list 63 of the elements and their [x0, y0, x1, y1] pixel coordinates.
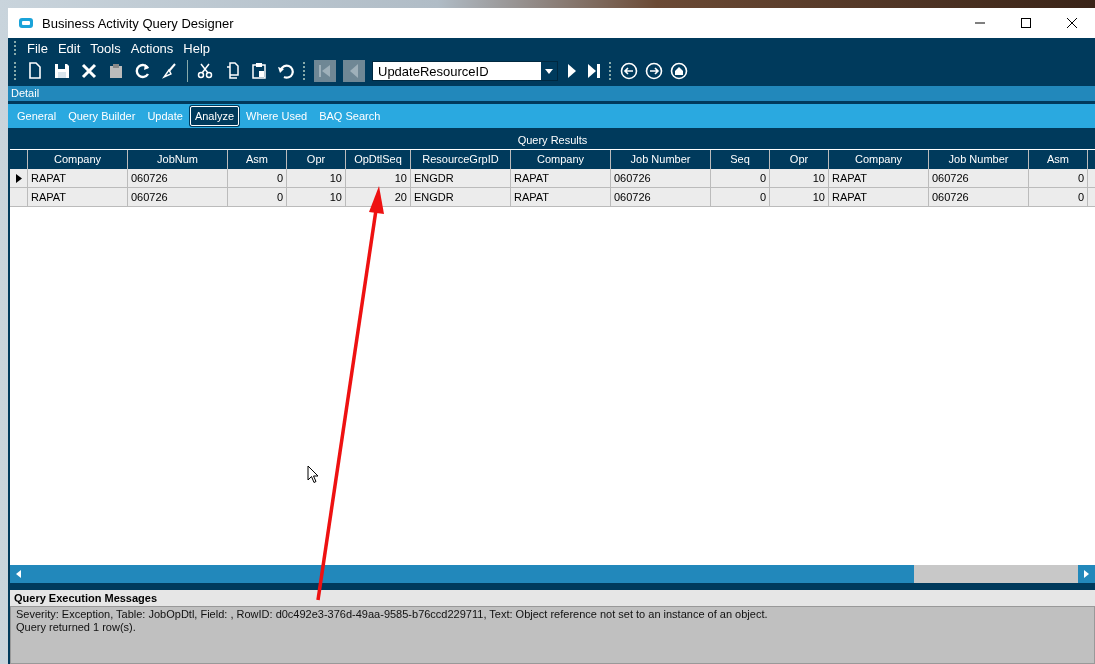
table-cell: 10 [287, 188, 346, 207]
column-header[interactable]: ResourceGrpID [411, 150, 511, 169]
save-icon[interactable] [52, 61, 72, 81]
grid-caption: Query Results [10, 131, 1095, 150]
table-cell: RAPAT [28, 188, 128, 207]
scroll-left-icon[interactable] [16, 570, 21, 578]
caret-icon [545, 68, 553, 74]
table-cell: RAPAT [511, 169, 611, 188]
table-cell: 0 [228, 169, 287, 188]
column-header[interactable]: Asm [1029, 150, 1088, 169]
column-header[interactable]: Opr [287, 150, 346, 169]
table-cell: ENGDR [411, 169, 511, 188]
column-header[interactable]: Company [511, 150, 611, 169]
menu-item[interactable]: File [22, 40, 53, 56]
column-header[interactable]: Seq [711, 150, 770, 169]
table-cell: 060726 [128, 188, 228, 207]
message-line: Severity: Exception, Table: JobOpDtl, Field: , RowID: d0c492e3-376d-49aa-9585-b76ccd229711, Text: Object reference not set to an instance of an object. [16, 608, 769, 621]
scroll-right-icon[interactable] [1084, 570, 1089, 578]
table-cell: 10 [770, 169, 829, 188]
column-header[interactable]: OpDtlSeq [346, 150, 411, 169]
current-row-icon [15, 173, 22, 183]
message-line: Query returned 1 row(s). [16, 621, 137, 634]
column-header[interactable]: Asm [228, 150, 287, 169]
table-cell: 0 [1029, 188, 1088, 207]
column-header[interactable]: Company [28, 150, 128, 169]
detail-header: Detail [8, 86, 1095, 101]
menu-item[interactable]: Edit [52, 40, 86, 56]
table-cell: 060726 [929, 188, 1029, 207]
column-header[interactable]: Job Number [611, 150, 711, 169]
menu-item[interactable]: Help [178, 40, 216, 56]
table-cell: 10 [770, 188, 829, 207]
tab[interactable]: Analyze [189, 106, 240, 126]
home-icon[interactable] [670, 62, 688, 80]
table-cell: 0 [711, 169, 770, 188]
table-cell: 060726 [611, 169, 711, 188]
delete-icon[interactable] [79, 61, 99, 81]
table-cell: 10 [346, 169, 411, 188]
column-header[interactable]: Job Number [929, 150, 1029, 169]
scissors-icon[interactable] [195, 61, 215, 81]
table-cell: 060726 [128, 169, 228, 188]
window-title: Business Activity Query Designer [42, 15, 235, 31]
menu-item[interactable]: Tools [85, 40, 126, 56]
paste-icon[interactable] [249, 61, 269, 81]
table-cell: RAPAT [829, 169, 929, 188]
column-header[interactable]: JobNum [128, 150, 228, 169]
table-cell: 10 [287, 169, 346, 188]
table-cell: 060726 [611, 188, 711, 207]
last-record-icon[interactable] [586, 61, 602, 81]
row-selector[interactable] [10, 169, 28, 188]
table-cell: 0 [1029, 169, 1088, 188]
table-cell: RAPAT [511, 188, 611, 207]
table-cell: 0 [711, 188, 770, 207]
column-header[interactable]: Opr [770, 150, 829, 169]
table-cell: ENGDR [411, 188, 511, 207]
app-icon [18, 17, 34, 29]
table-cell: RAPAT [28, 169, 128, 188]
column-header[interactable]: Company [829, 150, 929, 169]
messages-title: Query Execution Messages [13, 591, 159, 606]
table-cell: 0 [228, 188, 287, 207]
record-combo-box[interactable]: UpdateResourceID [372, 61, 558, 81]
menu-item[interactable]: Actions [125, 40, 179, 56]
table-cell: RAPAT [829, 188, 929, 207]
table-cell: 060726 [929, 169, 1029, 188]
